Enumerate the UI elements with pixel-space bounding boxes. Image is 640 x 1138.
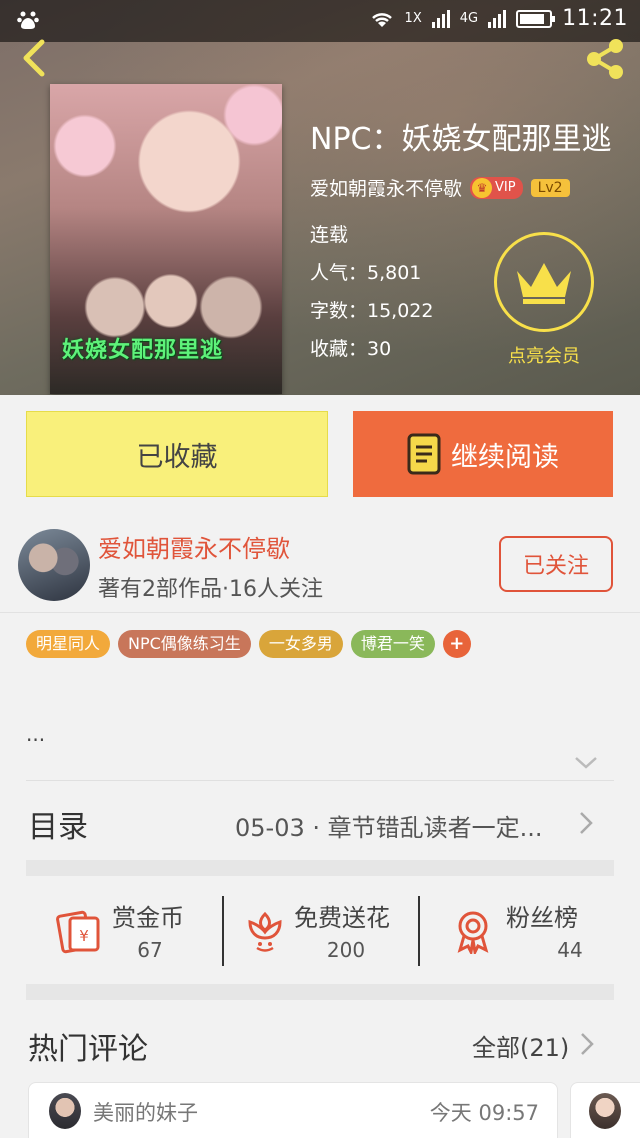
comments-title: 热门评论: [28, 1032, 148, 1067]
catalog-label: 目录: [28, 810, 88, 845]
author-card-name[interactable]: 爱如朝霞永不停歇: [98, 529, 290, 564]
vip-label: VIP: [495, 180, 516, 195]
stat-value: 200: [326, 938, 366, 962]
book-intro: ...: [26, 722, 46, 746]
continue-reading-label: 继续阅读: [451, 441, 559, 473]
divider: [26, 780, 614, 781]
section-gap: [26, 984, 614, 1000]
stats-row: ¥ 赏金币 67 免费送花 200 粉丝榜 44: [26, 878, 614, 982]
paw-icon: [17, 11, 39, 29]
share-icon[interactable]: [582, 36, 628, 82]
action-bar: 已收藏 继续阅读: [0, 395, 640, 519]
book-info: 连载 人气：5,801 字数：15,022 收藏：30: [310, 222, 433, 374]
tag-item[interactable]: NPC偶像练习生: [118, 630, 251, 658]
book-cover[interactable]: 妖娆女配那里逃: [50, 84, 282, 394]
avatar[interactable]: [49, 1093, 81, 1129]
back-arrow-icon[interactable]: [16, 38, 52, 78]
latest-chapter: 05-03 · 章节错乱读者一定...: [235, 814, 543, 842]
signal-icon: [488, 9, 507, 28]
book-icon: [407, 433, 441, 475]
award-ribbon-icon: [457, 911, 489, 954]
flower-icon: [248, 911, 282, 952]
collected-button[interactable]: 已收藏: [26, 411, 328, 497]
follow-button[interactable]: 已关注: [499, 536, 613, 592]
stat-label: 粉丝榜: [506, 904, 578, 932]
tag-item[interactable]: 一女多男: [258, 630, 343, 658]
all-comments-link[interactable]: 全部(21): [472, 1028, 569, 1063]
fan-ranking-stat[interactable]: 粉丝榜 44: [420, 878, 614, 982]
level-badge: Lv2: [530, 178, 570, 197]
author-avatar[interactable]: [18, 529, 90, 601]
avatar[interactable]: [589, 1093, 621, 1129]
book-title: NPC：妖娆女配那里逃: [310, 122, 612, 157]
stat-value: 67: [137, 938, 163, 962]
reward-coin-stat[interactable]: ¥ 赏金币 67: [26, 878, 222, 982]
word-count: 字数：15,022: [310, 300, 434, 322]
wifi-icon: [371, 12, 392, 27]
catalog-row[interactable]: 目录 05-03 · 章节错乱读者一定...: [0, 782, 640, 862]
signal-icon: [431, 9, 450, 28]
battery-icon: [516, 9, 556, 28]
popularity: 人气：5,801: [310, 262, 422, 284]
comment-time: 今天 09:57: [429, 1101, 539, 1125]
comment-card[interactable]: 美丽的妹子 今天 09:57: [28, 1082, 558, 1138]
comment-card[interactable]: [570, 1082, 640, 1138]
comment-username[interactable]: 美丽的妹子: [93, 1097, 198, 1127]
crown-icon: ♛: [472, 177, 493, 198]
tag-item[interactable]: 博君一笑: [350, 630, 435, 658]
author-card: 爱如朝霞永不停歇 著有2部作品·16人关注 已关注: [0, 519, 640, 613]
chevron-right-icon[interactable]: [580, 1032, 594, 1056]
serial-status: 连载: [310, 224, 349, 246]
vip-badge: ♛ VIP: [470, 176, 523, 199]
add-tag-button[interactable]: +: [442, 630, 471, 658]
author-card-meta: 著有2部作品·16人关注: [98, 577, 323, 602]
status-right: 1X 4G 11:21: [369, 6, 628, 31]
author-name[interactable]: 爱如朝霞永不停歇: [310, 174, 462, 201]
continue-reading-button[interactable]: 继续阅读: [353, 411, 613, 497]
chevron-right-icon: [580, 812, 593, 834]
section-gap: [26, 860, 614, 876]
crown-icon: [517, 263, 571, 304]
status-bar: 1X 4G 11:21: [0, 0, 640, 42]
book-header: 1X 4G 11:21 妖娆女配那里逃 NPC：妖娆女配那里逃 爱如朝霞永不停歇…: [0, 0, 640, 395]
stat-label: 赏金币: [112, 904, 184, 932]
author-row: 爱如朝霞永不停歇 ♛ VIP Lv2: [310, 174, 570, 201]
stat-label: 免费送花: [294, 904, 390, 932]
stat-value: 44: [557, 938, 583, 962]
favorites-count: 收藏：30: [310, 338, 392, 360]
comments-header: 热门评论 全部(21): [0, 1000, 640, 1080]
free-flower-stat[interactable]: 免费送花 200: [224, 878, 418, 982]
tag-item[interactable]: 明星同人: [26, 630, 111, 658]
network-label-1: 1X: [404, 11, 422, 26]
cover-caption: 妖娆女配那里逃: [62, 338, 224, 363]
member-label[interactable]: 点亮会员: [494, 342, 594, 368]
status-time: 11:21: [562, 6, 628, 31]
red-envelope-icon: ¥: [56, 910, 100, 954]
network-label-2: 4G: [459, 11, 479, 26]
member-button[interactable]: [494, 232, 594, 332]
chevron-down-icon[interactable]: [574, 756, 598, 770]
svg-text:¥: ¥: [79, 927, 89, 945]
tag-list: 明星同人 NPC偶像练习生 一女多男 博君一笑 +: [26, 630, 471, 658]
